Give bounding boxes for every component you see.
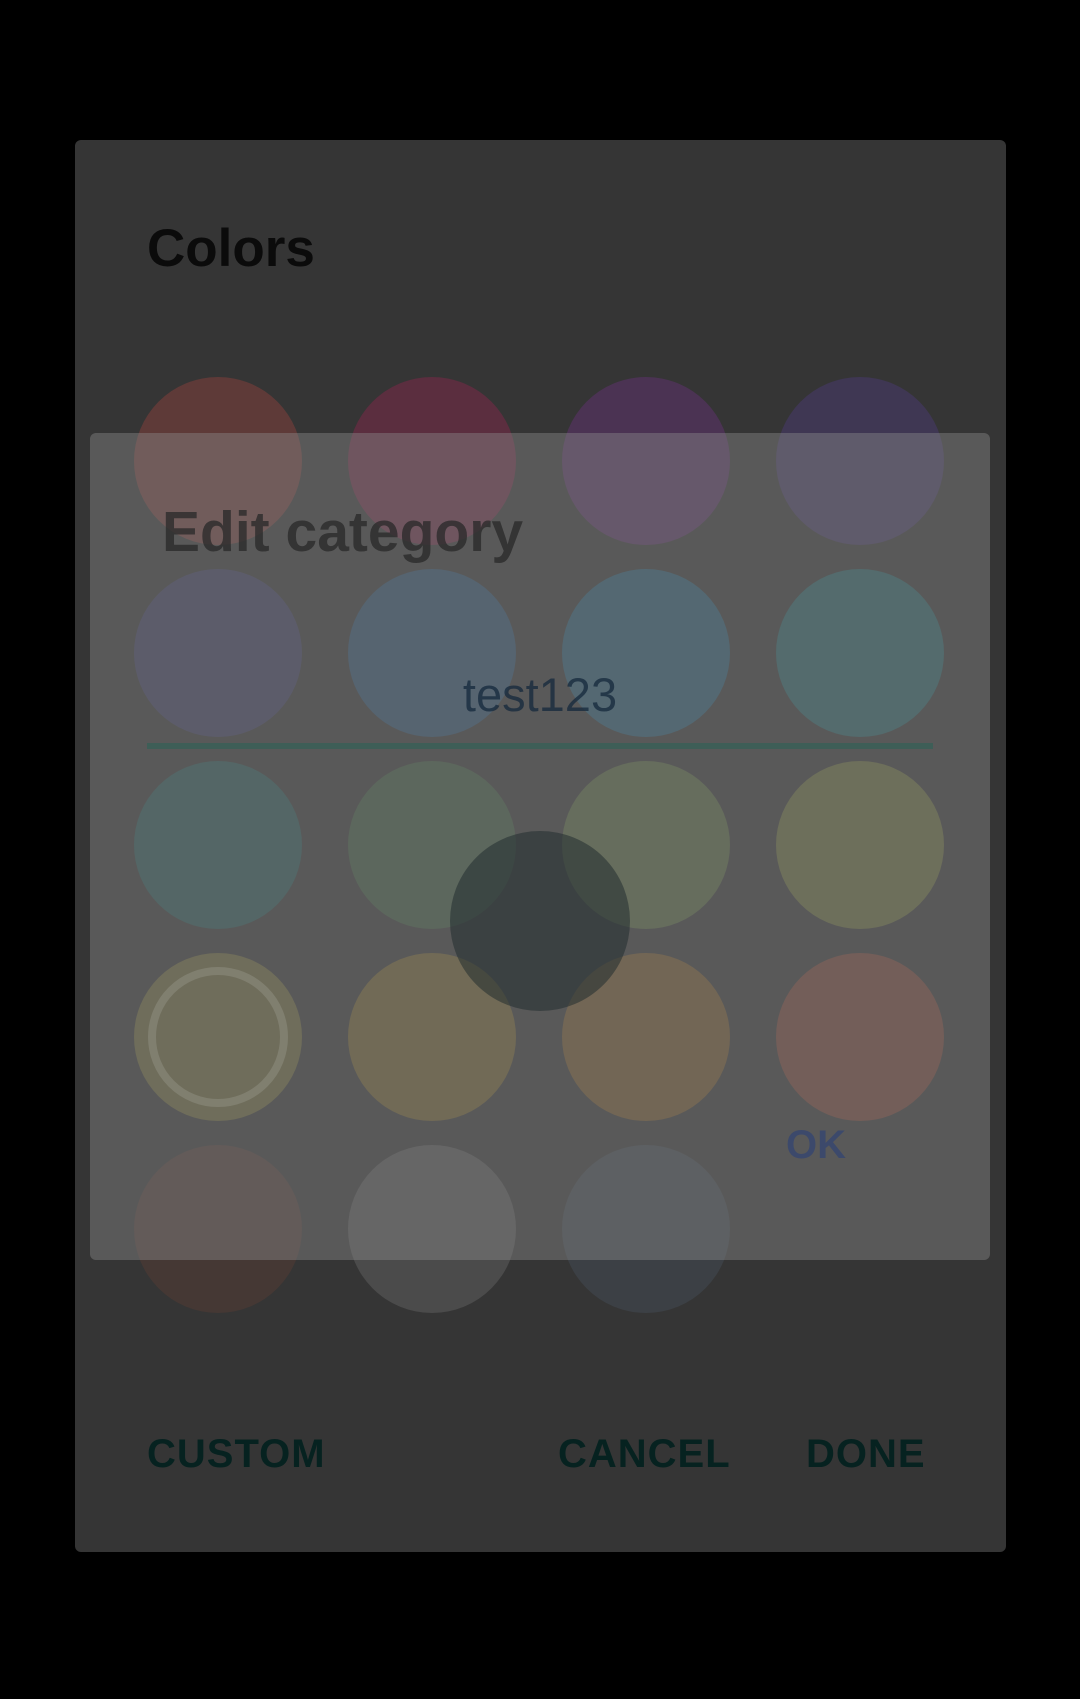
category-name-input[interactable] bbox=[147, 668, 933, 720]
colors-dialog-title: Colors bbox=[147, 219, 315, 278]
ok-button[interactable]: OK bbox=[786, 1123, 846, 1168]
category-color-preview[interactable] bbox=[450, 831, 630, 1011]
cancel-button[interactable]: CANCEL bbox=[558, 1432, 731, 1477]
colors-dialog-actions: CUSTOM CANCEL DONE bbox=[75, 1432, 1006, 1492]
input-underline bbox=[147, 743, 933, 749]
done-button[interactable]: DONE bbox=[806, 1432, 926, 1477]
edit-category-title: Edit category bbox=[162, 500, 524, 564]
custom-button[interactable]: CUSTOM bbox=[147, 1432, 326, 1477]
edit-category-dialog: Edit category OK bbox=[90, 433, 990, 1260]
